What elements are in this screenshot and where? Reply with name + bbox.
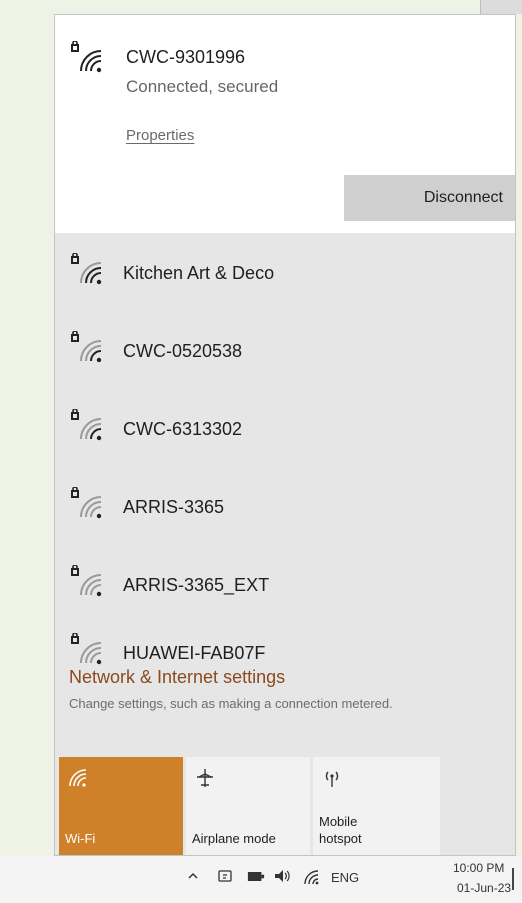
- airplane-tile-label: Airplane mode: [192, 831, 276, 846]
- chevron-up-icon[interactable]: [187, 870, 199, 885]
- wifi-tray-icon[interactable]: [302, 868, 320, 889]
- network-flyout: CWC-9301996 Connected, secured Propertie…: [54, 14, 516, 856]
- clock-time[interactable]: 10:00 PM: [453, 861, 504, 875]
- properties-link[interactable]: Properties: [126, 127, 194, 144]
- wifi-secured-icon: [69, 487, 109, 521]
- airplane-mode-tile[interactable]: Airplane mode: [186, 757, 310, 855]
- airplane-icon: [194, 767, 216, 789]
- wifi-secured-icon: [69, 331, 109, 365]
- taskbar: ENG 10:00 PM 01-Jun-23: [0, 856, 522, 903]
- connected-status: Connected, secured: [126, 77, 279, 96]
- meet-now-icon[interactable]: [217, 868, 233, 887]
- battery-icon[interactable]: [247, 870, 265, 885]
- network-item[interactable]: Kitchen Art & Deco: [55, 233, 515, 311]
- network-settings-link[interactable]: Network & Internet settings: [69, 667, 285, 688]
- volume-icon[interactable]: [273, 868, 291, 887]
- network-item[interactable]: CWC-0520538: [55, 311, 515, 389]
- scrollbar-top[interactable]: [480, 0, 522, 14]
- network-item[interactable]: ARRIS-3365_EXT: [55, 545, 515, 623]
- wifi-icon: [67, 767, 89, 789]
- connected-network-name: CWC-9301996: [126, 47, 246, 67]
- language-indicator[interactable]: ENG: [331, 870, 359, 885]
- wifi-secured-icon: [69, 253, 109, 287]
- hotspot-tile-label: Mobile hotspot: [319, 813, 362, 847]
- disconnect-label: Disconnect: [423, 189, 503, 206]
- disconnect-button[interactable]: Disconnect: [344, 175, 515, 221]
- wifi-secured-icon: [69, 633, 109, 667]
- clock-date[interactable]: 01-Jun-23: [457, 881, 511, 895]
- network-name: Kitchen Art & Deco: [123, 263, 275, 283]
- network-name: ARRIS-3365: [123, 497, 225, 517]
- network-name: ARRIS-3365_EXT: [123, 575, 270, 595]
- network-item[interactable]: ARRIS-3365: [55, 467, 515, 545]
- network-name: CWC-6313302: [123, 419, 243, 439]
- network-item[interactable]: CWC-6313302: [55, 389, 515, 467]
- wifi-toggle-tile[interactable]: Wi-Fi: [59, 757, 183, 855]
- wifi-secured-icon: [69, 565, 109, 599]
- connected-network-panel[interactable]: CWC-9301996 Connected, secured Propertie…: [55, 15, 515, 233]
- hotspot-label-line2: hotspot: [319, 831, 362, 846]
- hotspot-label-line1: Mobile: [319, 814, 358, 829]
- network-settings-description: Change settings, such as making a connec…: [69, 696, 393, 711]
- wifi-secured-icon: [69, 409, 109, 443]
- wifi-tile-label: Wi-Fi: [65, 831, 96, 846]
- wifi-secured-icon: [69, 41, 109, 75]
- show-desktop-button[interactable]: [512, 868, 514, 890]
- mobile-hotspot-tile[interactable]: Mobile hotspot: [313, 757, 440, 855]
- network-name: CWC-0520538: [123, 341, 243, 361]
- hotspot-icon: [321, 767, 343, 789]
- network-name: HUAWEI-FAB07F: [123, 643, 266, 663]
